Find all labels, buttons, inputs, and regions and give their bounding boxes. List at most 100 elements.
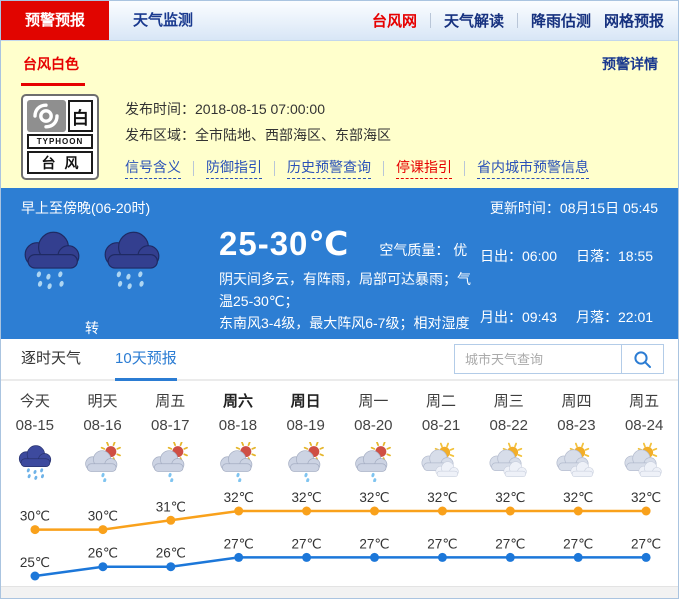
forecast-day-name: 今天 (1, 390, 69, 411)
nav-link-grid-forecast[interactable]: 网格预报 (604, 10, 664, 31)
forecast-day-date: 08-23 (543, 417, 611, 434)
nav-link-rain-estimate[interactable]: 降雨估测 (531, 10, 591, 31)
forecast-day-date: 08-20 (339, 417, 407, 434)
nav-tab-weather-monitor[interactable]: 天气监测 (109, 1, 217, 40)
nav-link-typhoon-net[interactable]: 台风网 (372, 10, 417, 31)
sun-shower-icon (69, 442, 137, 482)
svg-text:26℃: 26℃ (88, 546, 118, 561)
update-time-value: 08月15日 05:45 (560, 200, 658, 216)
warning-detail-link[interactable]: 预警详情 (602, 54, 658, 74)
current-weather-section: 早上至傍晚(06-20时) 更新时间：08月15日 05:45 转 25-30℃ (1, 188, 678, 339)
nav-separator (517, 13, 518, 28)
moonrise-value: 09:43 (522, 309, 557, 325)
link-signal-meaning[interactable]: 信号含义 (125, 157, 181, 179)
sunrise: 日出：06:00 (480, 246, 562, 296)
typhoon-swirl-icon (27, 100, 66, 132)
forecast-day-name: 周日 (272, 390, 340, 411)
tab-10day-forecast[interactable]: 10天预报 (115, 339, 177, 381)
sun-shower-icon (136, 442, 204, 482)
svg-text:27℃: 27℃ (563, 536, 593, 551)
link-separator (464, 161, 465, 176)
forecast-day-name: 周三 (475, 390, 543, 411)
partly-cloudy-icon (407, 442, 475, 482)
current-details: 25-30℃ 空气质量： 优 阴天间多云，有阵雨，局部可达暴雨；气温25-30℃… (219, 220, 480, 356)
forecast-day-name: 周一 (339, 390, 407, 411)
partly-cloudy-icon (543, 442, 611, 482)
sunset-label: 日落： (576, 248, 618, 264)
forecast-day-date: 08-22 (475, 417, 543, 434)
forecast-icons-row (1, 439, 678, 485)
nav-links: 台风网 天气解读 降雨估测 网格预报 (372, 1, 678, 40)
svg-text:26℃: 26℃ (156, 546, 186, 561)
rain-icon (21, 230, 83, 295)
warning-body: 白 TYPHOON 台风 发布时间：2018-08-15 07:00:00 发布… (21, 94, 658, 180)
current-body: 转 25-30℃ 空气质量： 优 阴天间多云，有阵雨，局部可达暴雨；气温25-3… (21, 220, 658, 356)
update-time-label: 更新时间： (490, 200, 560, 216)
tab-hourly-weather[interactable]: 逐时天气 (21, 339, 81, 379)
temperature-row: 25-30℃ 空气质量： 优 (219, 224, 480, 263)
moonrise-label: 月出： (480, 309, 522, 325)
temperature-range: 25-30℃ (219, 224, 349, 263)
air-quality: 空气质量： 优 (379, 240, 467, 260)
sun-moon-times: 日出：06:00 日落：18:55 月出：09:43 月落：22:01 (480, 220, 658, 356)
sunrise-label: 日出： (480, 248, 522, 264)
forecast-day-names-row: 今天明天周五周六周日周一周二周三周四周五 (1, 381, 678, 411)
svg-text:32℃: 32℃ (359, 490, 389, 505)
badge-typhoon-label: TYPHOON (27, 134, 93, 149)
warning-links: 信号含义 防御指引 历史预警查询 停课指引 省内城市预警信息 (125, 157, 589, 179)
sunset-value: 18:55 (618, 248, 653, 264)
svg-text:32℃: 32℃ (631, 490, 661, 505)
city-search-input[interactable] (454, 344, 622, 374)
publish-area-value: 全市陆地、西部海区、东部海区 (195, 127, 391, 143)
sunrise-value: 06:00 (522, 248, 557, 264)
search-button[interactable] (622, 344, 664, 374)
period-label: 早上至傍晚(06-20时) (21, 198, 150, 218)
forecast-day-date: 08-18 (204, 417, 272, 434)
partly-cloudy-icon (610, 442, 678, 482)
partly-cloudy-icon (475, 442, 543, 482)
transition-label: 转 (85, 318, 99, 338)
sun-shower-icon (339, 442, 407, 482)
nav-link-weather-explain[interactable]: 天气解读 (444, 10, 504, 31)
badge-taifeng-label: 台风 (27, 151, 93, 174)
link-province-warnings[interactable]: 省内城市预警信息 (477, 157, 589, 179)
link-defense-guide[interactable]: 防御指引 (206, 157, 262, 179)
rain-icon (1, 442, 69, 482)
nav-tab-warning-forecast[interactable]: 预警预报 (1, 1, 109, 40)
forecast-day-name: 周二 (407, 390, 475, 411)
forecast-panel: 逐时天气 10天预报 今天明天周五周六周日周一周二周三周四周五 08-15 08-… (1, 339, 678, 588)
link-class-suspension[interactable]: 停课指引 (396, 157, 452, 179)
air-quality-value: 优 (453, 242, 467, 258)
publish-time-value: 2018-08-15 07:00:00 (195, 101, 325, 117)
svg-text:31℃: 31℃ (156, 499, 186, 514)
forecast-tabs: 逐时天气 10天预报 (1, 339, 678, 381)
current-weather-icons: 转 (21, 220, 219, 356)
svg-text:30℃: 30℃ (20, 509, 50, 524)
city-search (454, 344, 664, 374)
publish-area-line: 发布区域：全市陆地、西部海区、东部海区 (125, 122, 589, 148)
svg-text:25℃: 25℃ (20, 555, 50, 570)
moonset-value: 22:01 (618, 309, 653, 325)
update-time: 更新时间：08月15日 05:45 (490, 198, 658, 218)
svg-text:27℃: 27℃ (292, 536, 322, 551)
nav-separator (430, 13, 431, 28)
link-warning-history[interactable]: 历史预警查询 (287, 157, 371, 179)
svg-text:27℃: 27℃ (224, 536, 254, 551)
forecast-day-date: 08-15 (1, 417, 69, 434)
svg-text:32℃: 32℃ (292, 490, 322, 505)
forecast-day-name: 明天 (69, 390, 137, 411)
top-nav: 预警预报 天气监测 台风网 天气解读 降雨估测 网格预报 (1, 1, 678, 41)
publish-time-line: 发布时间：2018-08-15 07:00:00 (125, 96, 589, 122)
sun-shower-icon (272, 442, 340, 482)
nav-tabs: 预警预报 天气监测 (1, 1, 217, 40)
warning-title: 台风白色 (21, 54, 85, 86)
warning-section: 台风白色 预警详情 白 TYPHOON 台风 (1, 41, 678, 188)
svg-text:27℃: 27℃ (631, 536, 661, 551)
publish-area-label: 发布区域： (125, 127, 195, 143)
forecast-day-date: 08-17 (136, 417, 204, 434)
link-separator (193, 161, 194, 176)
rain-icon (101, 230, 163, 295)
link-separator (274, 161, 275, 176)
forecast-day-date: 08-19 (272, 417, 340, 434)
badge-level-char: 白 (68, 100, 93, 132)
